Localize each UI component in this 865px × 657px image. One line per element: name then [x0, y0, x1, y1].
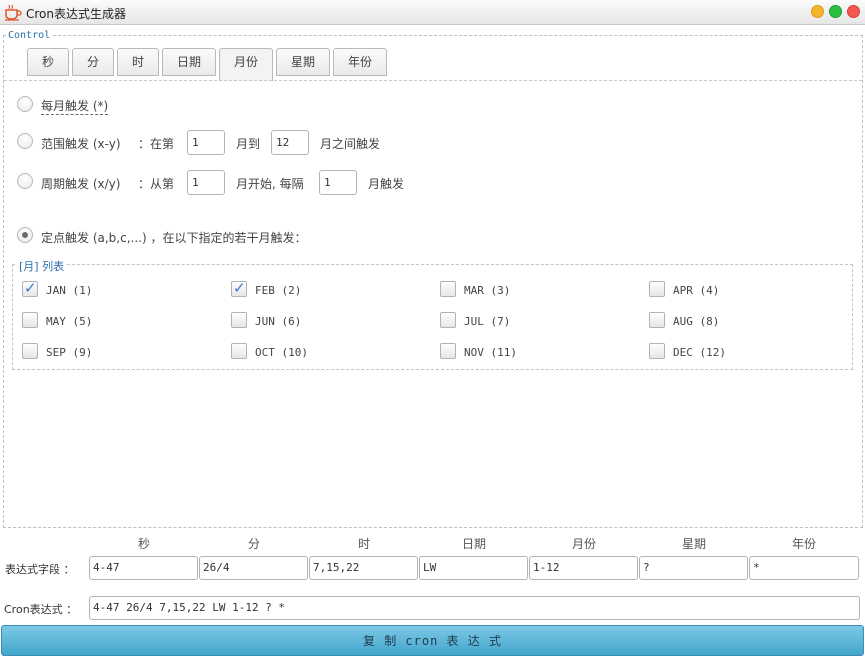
month-checkbox-apr[interactable]	[649, 281, 665, 297]
cycle-radio[interactable]	[17, 173, 33, 189]
month-label-feb[interactable]: FEB (2)	[255, 284, 301, 297]
month-label-mar[interactable]: MAR (3)	[464, 284, 510, 297]
month-checkbox-nov[interactable]	[440, 343, 456, 359]
tab-day[interactable]: 日期	[162, 48, 216, 76]
range-from-input[interactable]	[187, 130, 225, 155]
minute-field[interactable]: 26/4	[199, 556, 308, 580]
tab-year[interactable]: 年份	[333, 48, 387, 76]
week-field[interactable]: ?	[639, 556, 748, 580]
month-checkbox-mar[interactable]	[440, 281, 456, 297]
window-title: Cron表达式生成器	[26, 7, 126, 21]
minimize-button[interactable]	[811, 5, 824, 18]
range-label[interactable]: 范围触发 (x-y)	[41, 135, 121, 152]
header-month: 月份	[571, 537, 596, 551]
header-second: 秒	[137, 537, 150, 551]
coffee-cup-icon	[5, 4, 22, 21]
month-label-nov[interactable]: NOV (11)	[464, 346, 517, 359]
month-checkbox-oct[interactable]	[231, 343, 247, 359]
month-label-apr[interactable]: APR (4)	[673, 284, 719, 297]
month-label-dec[interactable]: DEC (12)	[673, 346, 726, 359]
month-list-group	[12, 264, 853, 370]
cron-label: Cron表达式 ：	[4, 603, 78, 616]
header-day: 日期	[461, 537, 486, 551]
range-text-end: 月之间触发	[320, 137, 381, 151]
second-field[interactable]: 4-47	[89, 556, 198, 580]
header-week: 星期	[681, 537, 706, 551]
control-legend: Control	[6, 30, 53, 41]
tab-second[interactable]: 秒	[27, 48, 69, 76]
cycle-label[interactable]: 周期触发 (x/y)	[41, 175, 120, 192]
month-label-sep[interactable]: SEP (9)	[46, 346, 92, 359]
cycle-text-end: 月触发	[368, 177, 405, 191]
month-label-may[interactable]: MAY (5)	[46, 315, 92, 328]
fields-label: 表达式字段 ：	[5, 563, 75, 576]
month-checkbox-may[interactable]	[22, 312, 38, 328]
tab-week[interactable]: 星期	[276, 48, 330, 76]
hour-field[interactable]: 7,15,22	[309, 556, 418, 580]
specific-label[interactable]: 定点触发 (a,b,c,...) ，在以下指定的若干月触发：	[41, 229, 306, 246]
month-checkbox-jul[interactable]	[440, 312, 456, 328]
range-text-start: ：在第	[138, 137, 175, 151]
maximize-button[interactable]	[829, 5, 842, 18]
month-checkbox-feb[interactable]	[231, 279, 247, 297]
month-field[interactable]: 1-12	[529, 556, 638, 580]
header-minute: 分	[247, 537, 260, 551]
month-label-jul[interactable]: JUL (7)	[464, 315, 510, 328]
tab-month[interactable]: 月份	[219, 48, 273, 81]
cron-expression-field[interactable]: 4-47 26/4 7,15,22 LW 1-12 ? *	[89, 596, 860, 620]
day-field[interactable]: LW	[419, 556, 528, 580]
every-month-radio[interactable]	[17, 96, 33, 112]
cycle-text-mid: 月开始, 每隔	[236, 177, 304, 191]
range-text-mid: 月到	[236, 137, 261, 151]
cycle-text-start: ：从第	[138, 177, 175, 191]
tab-divider	[4, 80, 862, 81]
header-hour: 时	[357, 537, 370, 551]
close-button[interactable]	[847, 5, 860, 18]
year-field[interactable]: *	[749, 556, 859, 580]
header-year: 年份	[791, 537, 816, 551]
month-checkbox-aug[interactable]	[649, 312, 665, 328]
month-checkbox-dec[interactable]	[649, 343, 665, 359]
month-list-legend: [月] 列表	[17, 258, 67, 274]
copy-cron-button[interactable]: 复 制 cron 表 达 式	[1, 625, 864, 656]
month-label-jan[interactable]: JAN (1)	[46, 284, 92, 297]
month-checkbox-sep[interactable]	[22, 343, 38, 359]
month-checkbox-jan[interactable]	[22, 279, 38, 297]
title-bar: Cron表达式生成器	[0, 0, 865, 25]
range-radio[interactable]	[17, 133, 33, 149]
every-month-label[interactable]: 每月触发 (*)	[41, 97, 109, 115]
month-label-aug[interactable]: AUG (8)	[673, 315, 719, 328]
month-label-jun[interactable]: JUN (6)	[255, 315, 301, 328]
tab-minute[interactable]: 分	[72, 48, 114, 76]
specific-radio[interactable]	[17, 227, 33, 243]
range-to-input[interactable]	[271, 130, 309, 155]
month-checkbox-jun[interactable]	[231, 312, 247, 328]
cycle-start-input[interactable]	[187, 170, 225, 195]
cycle-interval-input[interactable]	[319, 170, 357, 195]
month-label-oct[interactable]: OCT (10)	[255, 346, 308, 359]
tab-hour[interactable]: 时	[117, 48, 159, 76]
